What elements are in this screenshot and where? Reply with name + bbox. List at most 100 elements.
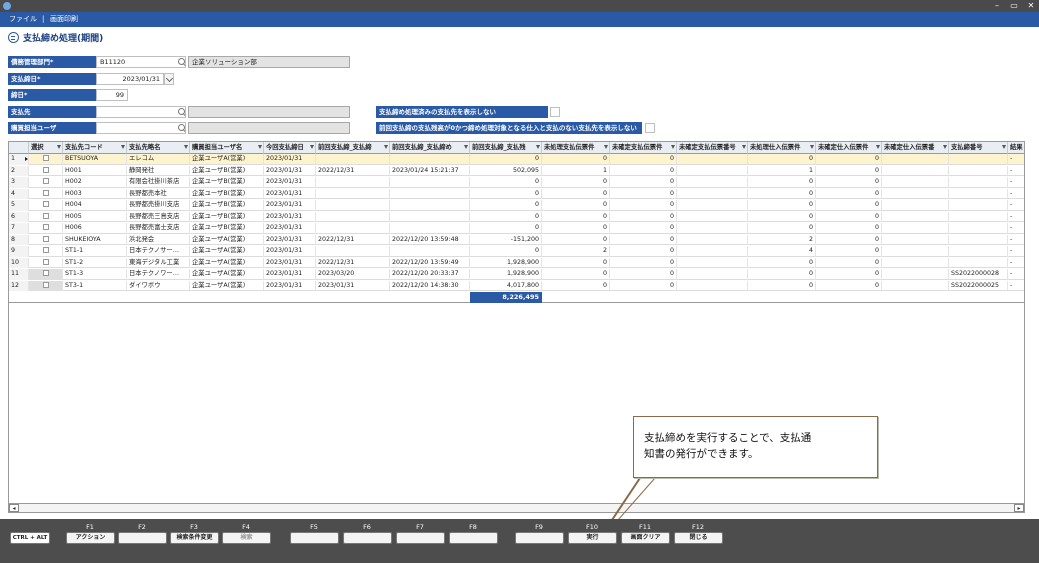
- row-select-checkbox[interactable]: [42, 247, 49, 253]
- cell-uc: 0: [610, 200, 677, 211]
- row-select-checkbox[interactable]: [42, 166, 49, 173]
- table-row[interactable]: 5 H004 長野都売掛川支店 企業ユーザB(営業) 2023/01/31 0 0 0 0 0-: [9, 200, 1024, 211]
- cell-up: 0: [542, 234, 610, 245]
- buyer-input[interactable]: [96, 122, 186, 134]
- filter-icon[interactable]: [121, 145, 125, 149]
- fkey-button-f4[interactable]: 検索: [222, 532, 271, 544]
- search-icon[interactable]: [178, 108, 186, 116]
- table-row[interactable]: 1 BETSUOYA エレコム 企業ユーザA(営業) 2023/01/31 0 0 0 0 0-: [9, 154, 1024, 165]
- grid-header-prev-datetime[interactable]: 前回支払締_支払締め: [390, 142, 470, 154]
- filter-icon[interactable]: [384, 145, 388, 149]
- cell-user: 企業ユーザA(営業): [190, 269, 264, 280]
- cell-ucu: 0: [816, 269, 882, 280]
- table-row[interactable]: 12 ST3-1 ダイワボウ 企業ユーザA(営業) 2023/01/31 2023/01/…: [9, 280, 1024, 291]
- fkey-button-f3[interactable]: 検索条件変更: [170, 532, 219, 544]
- filter-icon[interactable]: [184, 145, 188, 149]
- row-select-checkbox[interactable]: [42, 224, 49, 230]
- table-row[interactable]: 2 H001 静岡発社 企業ユーザB(営業) 2023/01/31 2022/12/31 2…: [9, 165, 1024, 176]
- cell-uc: 0: [610, 280, 677, 291]
- cell-up: 0: [542, 257, 610, 268]
- close-icon[interactable]: ✕: [1024, 0, 1038, 12]
- table-row[interactable]: 11 ST1-3 日本テクノワー… 企業ユーザA(営業) 2023/01/31 2023/…: [9, 269, 1024, 280]
- grid-header-user[interactable]: 購買担当ユーザ名: [190, 142, 264, 154]
- grid-header-cur-date[interactable]: 今回支払締日: [264, 142, 316, 154]
- table-row[interactable]: 3 H002 有限会社掛川茶店 企業ユーザB(営業) 2023/01/31 0 0 0 0 0-: [9, 177, 1024, 188]
- grid-header-select[interactable]: 選択: [29, 142, 63, 154]
- maximize-icon[interactable]: ▭: [1007, 0, 1021, 12]
- row-select-checkbox[interactable]: [42, 201, 49, 207]
- fkey-button-f2[interactable]: [118, 532, 167, 544]
- filter-icon[interactable]: [742, 145, 746, 149]
- filter-icon[interactable]: [258, 145, 262, 149]
- row-select-checkbox[interactable]: [42, 189, 49, 196]
- cell-cur: 2023/01/31: [264, 257, 316, 268]
- row-select-checkbox[interactable]: [42, 212, 49, 219]
- fkey-button-f12[interactable]: 閉じる: [674, 532, 723, 544]
- grid-header-name[interactable]: 支払先略名: [127, 142, 190, 154]
- fkey-button-f5[interactable]: [290, 532, 339, 544]
- grid-header-prev-date[interactable]: 前回支払締_支払締: [316, 142, 390, 154]
- cell-upu: 0: [748, 269, 816, 280]
- scroll-left-icon[interactable]: ◂: [9, 504, 19, 512]
- search-icon[interactable]: [178, 124, 186, 132]
- cell-uc: 0: [610, 188, 677, 199]
- opt-hide-closed-checkbox[interactable]: [550, 107, 560, 117]
- filter-icon[interactable]: [810, 145, 814, 149]
- row-select-checkbox[interactable]: [42, 281, 49, 288]
- filter-icon[interactable]: [671, 145, 675, 149]
- menu-file[interactable]: ファイル: [9, 12, 37, 27]
- payee-input[interactable]: [96, 106, 186, 118]
- filter-icon[interactable]: [57, 145, 61, 149]
- table-row[interactable]: 10 ST1-2 東海デジタル工業 企業ユーザA(営業) 2023/01/31 2022/…: [9, 257, 1024, 268]
- search-icon[interactable]: [178, 58, 186, 66]
- filter-icon[interactable]: [876, 145, 880, 149]
- filter-icon[interactable]: [1002, 145, 1006, 149]
- fkey-label: F9: [535, 523, 543, 531]
- ctrl-alt-button[interactable]: CTRL + ALT: [10, 532, 50, 544]
- grid-header-close-no[interactable]: 支払締番号: [949, 142, 1008, 154]
- filter-icon[interactable]: [943, 145, 947, 149]
- fkey-button-f1[interactable]: アクション: [66, 532, 115, 544]
- row-select-checkbox[interactable]: [42, 270, 49, 276]
- scroll-right-icon[interactable]: ▸: [1014, 504, 1024, 512]
- table-row[interactable]: 4 H003 長野都売本社 企業ユーザB(営業) 2023/01/31 0 0 0 0 0-: [9, 188, 1024, 199]
- table-row[interactable]: 9 ST1-1 日本テクノサー… 企業ユーザA(営業) 2023/01/31 0 2 0 4 0-: [9, 246, 1024, 257]
- grid-header-unproc-pay[interactable]: 未処理支払伝票件: [542, 142, 610, 154]
- grid-header-code[interactable]: 支払先コード: [63, 142, 127, 154]
- fkey-button-f10[interactable]: 実行: [568, 532, 617, 544]
- cell-ucun: [882, 200, 949, 211]
- table-row[interactable]: 6 H005 長野都売三島支店 企業ユーザB(営業) 2023/01/31 0 0 0 0 0-: [9, 211, 1024, 222]
- grid-header-result[interactable]: 結果: [1008, 142, 1024, 154]
- minimize-icon[interactable]: –: [990, 0, 1004, 12]
- filter-icon[interactable]: [310, 145, 314, 149]
- menu-print[interactable]: 画面印刷: [50, 12, 78, 27]
- cell-ucu: 0: [816, 234, 882, 245]
- horizontal-scrollbar[interactable]: ◂ ▸: [8, 503, 1025, 513]
- grid-header-unconf-purch[interactable]: 未確定仕入伝票件: [816, 142, 882, 154]
- filter-icon[interactable]: [604, 145, 608, 149]
- chevron-down-icon[interactable]: [164, 73, 174, 85]
- table-row[interactable]: 8 SHUKEIOYA 浜北発会 企業ユーザA(営業) 2023/01/31 2022/1…: [9, 234, 1024, 245]
- cell-up: 0: [542, 280, 610, 291]
- fkey-button-f11[interactable]: 画面クリア: [621, 532, 670, 544]
- filter-icon[interactable]: [536, 145, 540, 149]
- opt-hide-zero-checkbox[interactable]: [645, 123, 655, 133]
- close-day-input[interactable]: 99: [96, 89, 128, 101]
- fkey-button-f6[interactable]: [343, 532, 392, 544]
- grid-header-unproc-purch[interactable]: 未処理仕入伝票件: [748, 142, 816, 154]
- fkey-button-f8[interactable]: [449, 532, 498, 544]
- grid-header-unconf-pay[interactable]: 未確定支払伝票件: [610, 142, 677, 154]
- row-select-checkbox[interactable]: [42, 235, 49, 242]
- close-date-input[interactable]: 2023/01/31: [96, 73, 164, 85]
- dept-code-input[interactable]: B11120: [96, 56, 186, 68]
- grid-header-unconf-purch-no[interactable]: 未確定仕入伝票番: [882, 142, 949, 154]
- filter-icon[interactable]: [464, 145, 468, 149]
- grid-header-balance[interactable]: 前回支払締_支払残: [470, 142, 542, 154]
- row-select-checkbox[interactable]: [42, 155, 49, 161]
- grid-header-unconf-pay-no[interactable]: 未確定支払伝票番号: [677, 142, 748, 154]
- row-select-checkbox[interactable]: [42, 258, 49, 265]
- fkey-button-f9[interactable]: [515, 532, 564, 544]
- table-row[interactable]: 7 H006 長野都売富士支店 企業ユーザB(営業) 2023/01/31 0 0 0 0 0-: [9, 223, 1024, 234]
- row-select-checkbox[interactable]: [42, 178, 49, 184]
- fkey-button-f7[interactable]: [396, 532, 445, 544]
